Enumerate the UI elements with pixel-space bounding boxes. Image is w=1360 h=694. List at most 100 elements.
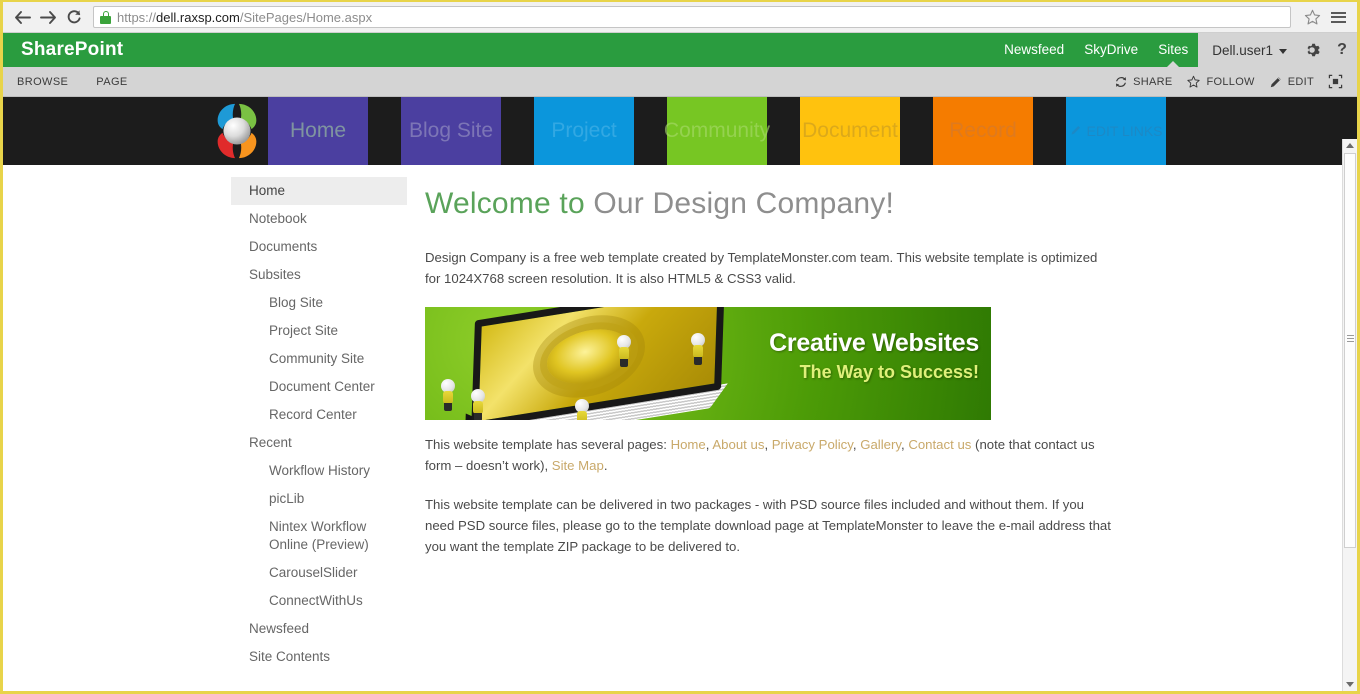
focus-on-content-button[interactable] [1328, 74, 1343, 89]
share-button[interactable]: SHARE [1114, 75, 1172, 89]
address-bar[interactable]: https://dell.raxsp.com/SitePages/Home.as… [93, 6, 1291, 28]
sidebar-item-recent[interactable]: Recent [231, 429, 407, 457]
sidebar-item-home[interactable]: Home [231, 177, 407, 205]
sidebar-item-carouselslider[interactable]: CarouselSlider [231, 559, 407, 587]
url-host: dell.raxsp.com [156, 9, 240, 25]
nav-tile-document[interactable]: Document [800, 97, 900, 165]
bookmark-star-icon[interactable] [1299, 4, 1325, 30]
share-icon [1114, 75, 1128, 89]
nav-tile-document-label: Document [802, 119, 898, 142]
sidebar-item-nintex-workflow-online[interactable]: Nintex Workflow Online (Preview) [231, 513, 407, 559]
nav-tile-blog-site-label: Blog Site [408, 119, 494, 142]
nav-tile-project-label: Project [551, 119, 617, 142]
nav-tile-community-label: Community [663, 119, 771, 142]
top-navigation-strip: Home Blog Site Project Community Documen… [3, 97, 1357, 165]
quick-launch-navigation: Home Notebook Documents Subsites Blog Si… [3, 165, 425, 691]
sidebar-item-workflow-history[interactable]: Workflow History [231, 457, 407, 485]
sidebar-item-document-center[interactable]: Document Center [231, 373, 407, 401]
sidebar-item-connectwithus[interactable]: ConnectWithUs [231, 587, 407, 615]
scrollbar-grip-icon [1347, 335, 1354, 343]
sidebar-item-project-site[interactable]: Project Site [231, 317, 407, 345]
sidebar-item-subsites[interactable]: Subsites [231, 261, 407, 289]
book-illustration [464, 307, 728, 420]
user-name: Dell.user1 [1212, 42, 1273, 58]
link-gallery[interactable]: Gallery [860, 437, 901, 452]
banner-text: Creative Websites The Way to Success! [769, 329, 979, 382]
question-mark-glyph: ? [1337, 41, 1347, 58]
sidebar-item-notebook[interactable]: Notebook [231, 205, 407, 233]
user-menu[interactable]: Dell.user1 [1198, 33, 1297, 67]
creative-websites-banner: Creative Websites The Way to Success! [425, 307, 991, 420]
follow-label: FOLLOW [1206, 75, 1255, 88]
page-title-green: Welcome to [425, 187, 585, 220]
nav-tile-record-label: Record [949, 119, 1017, 142]
sharepoint-brand[interactable]: SharePoint [3, 39, 123, 61]
page-title: Welcome to Our Design Company! [425, 187, 1357, 221]
edit-links-label: EDIT LINKS [1086, 123, 1163, 139]
ribbon-bar: BROWSE PAGE SHARE FOLLOW EDIT [3, 67, 1357, 97]
sidebar-item-blog-site[interactable]: Blog Site [231, 289, 407, 317]
nav-tile-community[interactable]: Community [663, 97, 771, 165]
sidebar-item-site-contents[interactable]: Site Contents [231, 643, 407, 671]
back-button[interactable] [9, 4, 35, 30]
pages-paragraph-lead: This website template has several pages: [425, 437, 667, 452]
browser-toolbar: https://dell.raxsp.com/SitePages/Home.as… [3, 2, 1357, 33]
nav-tile-project[interactable]: Project [534, 97, 634, 165]
figurine [691, 333, 705, 365]
sidebar-item-record-center[interactable]: Record Center [231, 401, 407, 429]
focus-on-content-icon [1328, 74, 1343, 89]
nav-tile-blog-site[interactable]: Blog Site [401, 97, 501, 165]
suite-bar-right: Newsfeed SkyDrive Sites Dell.user1 ? [994, 33, 1357, 67]
pages-paragraph-tail: . [603, 458, 608, 473]
link-home[interactable]: Home [671, 437, 706, 452]
sidebar-item-piclib[interactable]: picLib [231, 485, 407, 513]
pencil-icon [1269, 75, 1283, 89]
sidebar-item-community-site[interactable]: Community Site [231, 345, 407, 373]
link-site-map[interactable]: Site Map [552, 458, 604, 473]
link-contact-us[interactable]: Contact us [908, 437, 971, 452]
vertical-scrollbar[interactable] [1342, 139, 1357, 691]
link-about-us[interactable]: About us [712, 437, 764, 452]
tab-page[interactable]: PAGE [82, 67, 141, 97]
sidebar-item-documents[interactable]: Documents [231, 233, 407, 261]
figurine [441, 379, 455, 411]
banner-headline: Creative Websites [769, 329, 979, 357]
suite-link-sites[interactable]: Sites [1148, 33, 1198, 67]
reload-button[interactable] [61, 4, 87, 30]
nav-tile-home[interactable]: Home [268, 97, 368, 165]
sharepoint-pinwheel-logo-icon[interactable] [206, 101, 268, 161]
packages-paragraph: This website template can be delivered i… [425, 497, 1111, 554]
sharepoint-suite-bar: SharePoint Newsfeed SkyDrive Sites Dell.… [3, 33, 1357, 67]
sidebar-item-newsfeed[interactable]: Newsfeed [231, 615, 407, 643]
nav-tile-record[interactable]: Record [933, 97, 1033, 165]
browser-menu-icon[interactable] [1325, 4, 1351, 30]
nav-tile-home-label: Home [289, 119, 347, 142]
lock-icon [100, 10, 111, 24]
chevron-down-icon [1279, 48, 1287, 54]
share-label: SHARE [1133, 75, 1173, 88]
edit-links-button[interactable]: EDIT LINKS [1066, 97, 1166, 165]
suite-link-newsfeed[interactable]: Newsfeed [994, 33, 1074, 67]
scroll-down-arrow-icon[interactable] [1346, 682, 1354, 687]
scrollbar-thumb[interactable] [1344, 153, 1356, 548]
url-scheme: https:// [117, 9, 157, 25]
forward-button[interactable] [35, 4, 61, 30]
link-privacy-policy[interactable]: Privacy Policy [772, 437, 853, 452]
banner-subline: The Way to Success! [799, 362, 979, 382]
follow-button[interactable]: FOLLOW [1186, 75, 1254, 89]
help-icon[interactable]: ? [1327, 33, 1357, 67]
edit-button[interactable]: EDIT [1269, 75, 1314, 89]
pencil-icon [1070, 123, 1082, 139]
tab-browse[interactable]: BROWSE [3, 67, 82, 97]
gear-icon[interactable] [1297, 33, 1327, 67]
page-title-gray: Our Design Company! [593, 187, 894, 220]
site-logo-area [3, 97, 268, 165]
suite-link-skydrive[interactable]: SkyDrive [1074, 33, 1148, 67]
intro-paragraph: Design Company is a free web template cr… [425, 250, 1098, 286]
figurine [575, 399, 589, 420]
edit-label: EDIT [1287, 75, 1314, 88]
ribbon-actions: SHARE FOLLOW EDIT [1114, 74, 1357, 89]
scroll-up-arrow-icon[interactable] [1346, 143, 1354, 148]
pages-paragraph: This website template has several pages:… [425, 437, 1095, 473]
figurine [617, 335, 631, 367]
